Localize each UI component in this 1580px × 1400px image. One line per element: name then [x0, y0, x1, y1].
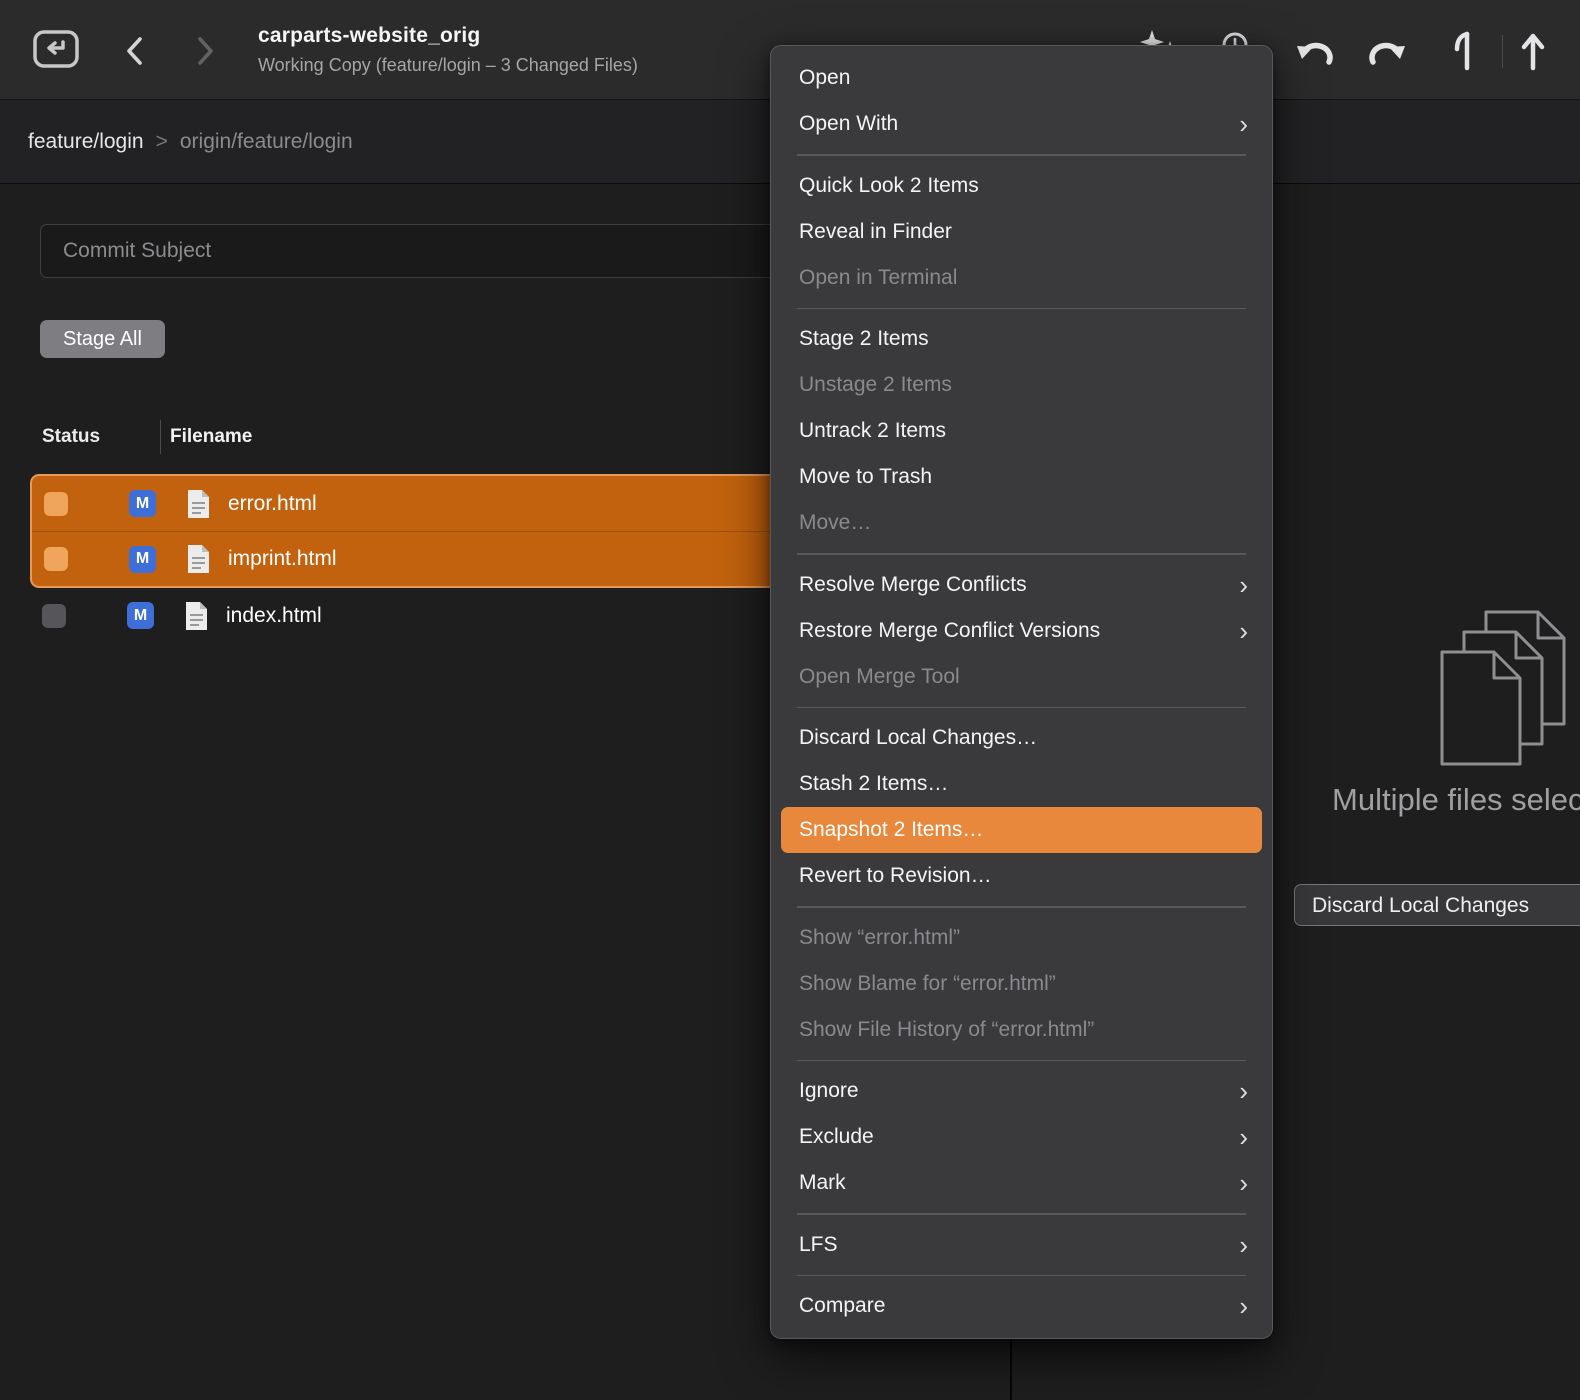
- submenu-chevron-icon: ›: [1239, 1232, 1248, 1258]
- menu-item-show-file-history: Show File History of “error.html”: [771, 1007, 1272, 1053]
- menu-separator: [797, 308, 1246, 310]
- discard-local-changes-button[interactable]: Discard Local Changes: [1294, 884, 1580, 926]
- branch-hook-icon[interactable]: [1450, 30, 1476, 77]
- breadcrumb-remote-branch: origin/feature/login: [180, 130, 353, 154]
- window-title-group: carparts-website_orig Working Copy (feat…: [258, 24, 638, 76]
- menu-item-revert-to-revision[interactable]: Revert to Revision…: [771, 853, 1272, 899]
- menu-item-open-merge-tool: Open Merge Tool: [771, 654, 1272, 700]
- submenu-chevron-icon: ›: [1239, 618, 1248, 644]
- column-divider[interactable]: [160, 420, 161, 454]
- menu-separator: [797, 553, 1246, 555]
- menu-item-move: Move…: [771, 500, 1272, 546]
- menu-separator: [797, 906, 1246, 908]
- menu-item-open-with[interactable]: Open With›: [771, 101, 1272, 147]
- menu-item-move-to-trash[interactable]: Move to Trash: [771, 454, 1272, 500]
- menu-item-restore-merge-conflict-versions[interactable]: Restore Merge Conflict Versions›: [771, 608, 1272, 654]
- filename: error.html: [228, 492, 317, 516]
- menu-item-lfs[interactable]: LFS›: [771, 1222, 1272, 1268]
- file-icon: [186, 544, 211, 574]
- menu-item-ignore[interactable]: Ignore›: [771, 1068, 1272, 1114]
- forward-chevron-icon[interactable]: [192, 34, 218, 73]
- menu-separator: [797, 1213, 1246, 1215]
- menu-item-show-file: Show “error.html”: [771, 915, 1272, 961]
- menu-item-stage[interactable]: Stage 2 Items: [771, 316, 1272, 362]
- file-icon: [184, 601, 209, 631]
- menu-item-quick-look[interactable]: Quick Look 2 Items: [771, 163, 1272, 209]
- modified-status-badge: M: [127, 602, 154, 629]
- menu-item-show-blame: Show Blame for “error.html”: [771, 961, 1272, 1007]
- stage-checkbox[interactable]: [44, 547, 68, 571]
- filename: imprint.html: [228, 547, 337, 571]
- window-title: carparts-website_orig: [258, 24, 638, 48]
- context-menu: Open Open With› Quick Look 2 Items Revea…: [770, 45, 1273, 1339]
- working-copy-icon[interactable]: [32, 27, 80, 76]
- menu-item-unstage: Unstage 2 Items: [771, 362, 1272, 408]
- menu-item-compare[interactable]: Compare›: [771, 1283, 1272, 1329]
- redo-arrow-icon[interactable]: [1366, 36, 1408, 75]
- stage-all-button[interactable]: Stage All: [40, 320, 165, 358]
- menu-item-resolve-merge-conflicts[interactable]: Resolve Merge Conflicts›: [771, 562, 1272, 608]
- submenu-chevron-icon: ›: [1239, 1124, 1248, 1150]
- menu-separator: [797, 1275, 1246, 1277]
- stage-checkbox[interactable]: [44, 492, 68, 516]
- push-arrow-icon[interactable]: [1520, 30, 1546, 77]
- menu-item-untrack[interactable]: Untrack 2 Items: [771, 408, 1272, 454]
- filename: index.html: [226, 604, 322, 628]
- undo-arrow-icon[interactable]: [1294, 36, 1336, 75]
- menu-item-mark[interactable]: Mark›: [771, 1160, 1272, 1206]
- submenu-chevron-icon: ›: [1239, 1170, 1248, 1196]
- menu-item-stash[interactable]: Stash 2 Items…: [771, 761, 1272, 807]
- multiple-files-message: Multiple files selected: [1332, 782, 1580, 818]
- modified-status-badge: M: [129, 490, 156, 517]
- toolbar-divider: [1502, 35, 1503, 68]
- file-icon: [186, 489, 211, 519]
- submenu-chevron-icon: ›: [1239, 1293, 1248, 1319]
- stage-checkbox[interactable]: [42, 604, 66, 628]
- menu-item-discard-local-changes[interactable]: Discard Local Changes…: [771, 715, 1272, 761]
- menu-item-open-in-terminal: Open in Terminal: [771, 255, 1272, 301]
- modified-status-badge: M: [129, 546, 156, 573]
- menu-item-open[interactable]: Open: [771, 55, 1272, 101]
- column-header-filename: Filename: [170, 426, 252, 448]
- menu-separator: [797, 1060, 1246, 1062]
- breadcrumb-local-branch: feature/login: [28, 130, 144, 154]
- menu-item-snapshot[interactable]: Snapshot 2 Items…: [781, 807, 1262, 853]
- window-subtitle: Working Copy (feature/login – 3 Changed …: [258, 55, 638, 76]
- back-chevron-icon[interactable]: [122, 34, 148, 73]
- menu-separator: [797, 707, 1246, 709]
- submenu-chevron-icon: ›: [1239, 1078, 1248, 1104]
- menu-separator: [797, 154, 1246, 156]
- column-header-status: Status: [42, 426, 100, 448]
- menu-item-exclude[interactable]: Exclude›: [771, 1114, 1272, 1160]
- submenu-chevron-icon: ›: [1239, 111, 1248, 137]
- breadcrumb-separator: >: [156, 130, 168, 154]
- submenu-chevron-icon: ›: [1239, 572, 1248, 598]
- menu-item-reveal-in-finder[interactable]: Reveal in Finder: [771, 209, 1272, 255]
- multiple-files-icon: [1440, 610, 1572, 787]
